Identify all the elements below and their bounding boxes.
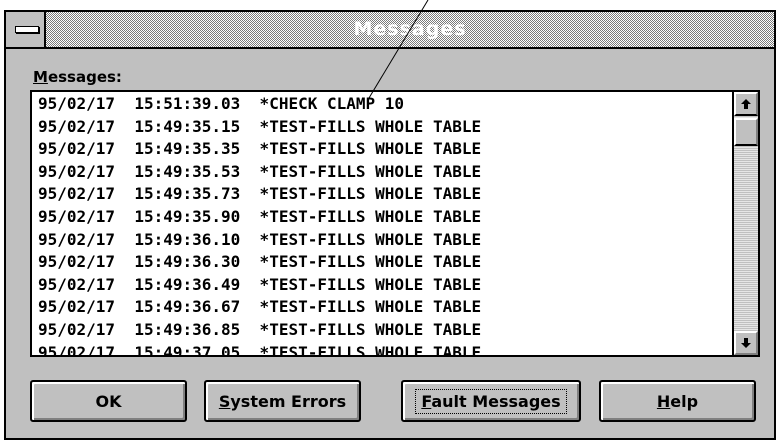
list-item[interactable]: 95/02/17 15:49:36.67 *TEST-FILLS WHOLE T… [38, 296, 728, 319]
list-item[interactable]: 95/02/17 15:49:37.05 *TEST-FILLS WHOLE T… [38, 342, 728, 355]
list-item[interactable]: 95/02/17 15:49:35.53 *TEST-FILLS WHOLE T… [38, 161, 728, 184]
list-item[interactable]: 95/02/17 15:49:35.90 *TEST-FILLS WHOLE T… [38, 206, 728, 229]
vertical-scrollbar[interactable] [732, 92, 758, 355]
down-arrow-icon [741, 338, 751, 348]
system-menu-icon [15, 26, 39, 33]
list-item[interactable]: 95/02/17 15:51:39.03 *CHECK CLAMP 10 [38, 93, 728, 116]
list-item[interactable]: 95/02/17 15:49:36.49 *TEST-FILLS WHOLE T… [38, 274, 728, 297]
list-item[interactable]: 95/02/17 15:49:35.35 *TEST-FILLS WHOLE T… [38, 138, 728, 161]
help-button[interactable]: Help [599, 380, 756, 422]
scroll-down-button[interactable] [734, 331, 758, 355]
system-errors-label: System Errors [219, 392, 346, 411]
help-label: Help [657, 392, 698, 411]
help-accelerator: H [656, 391, 671, 411]
scroll-thumb[interactable] [734, 118, 758, 146]
messages-dialog: Messages Messages: 95/02/17 15:51:39.03 … [4, 10, 776, 440]
messages-label-accelerator: M [33, 68, 48, 86]
messages-label-text: essages: [47, 68, 122, 86]
list-item[interactable]: 95/02/17 15:49:35.73 *TEST-FILLS WHOLE T… [38, 183, 728, 206]
title-bar: Messages [6, 12, 774, 49]
help-text: elp [670, 391, 699, 411]
list-item[interactable]: 95/02/17 15:49:36.85 *TEST-FILLS WHOLE T… [38, 319, 728, 342]
window-title: Messages [353, 18, 467, 40]
fault-messages-text: ault Messages [431, 391, 561, 411]
system-errors-accelerator: S [218, 391, 231, 411]
system-errors-button[interactable]: System Errors [204, 380, 361, 422]
messages-label: Messages: [33, 68, 122, 86]
system-menu-button[interactable] [6, 12, 46, 47]
fault-messages-label: Fault Messages [415, 388, 567, 414]
list-item[interactable]: 95/02/17 15:49:36.10 *TEST-FILLS WHOLE T… [38, 229, 728, 252]
scroll-up-button[interactable] [734, 92, 758, 116]
messages-listbox[interactable]: 95/02/17 15:51:39.03 *CHECK CLAMP 10 95/… [30, 90, 760, 357]
fault-messages-accelerator: F [421, 391, 432, 411]
ok-button-label: OK [95, 391, 122, 411]
list-item[interactable]: 95/02/17 15:49:36.30 *TEST-FILLS WHOLE T… [38, 251, 728, 274]
list-item[interactable]: 95/02/17 15:49:35.15 *TEST-FILLS WHOLE T… [38, 116, 728, 139]
fault-messages-button[interactable]: Fault Messages [401, 380, 581, 422]
messages-list: 95/02/17 15:51:39.03 *CHECK CLAMP 10 95/… [38, 93, 728, 355]
up-arrow-icon [741, 99, 751, 109]
ok-button[interactable]: OK [30, 380, 187, 422]
system-errors-text: ystem Errors [230, 391, 347, 411]
